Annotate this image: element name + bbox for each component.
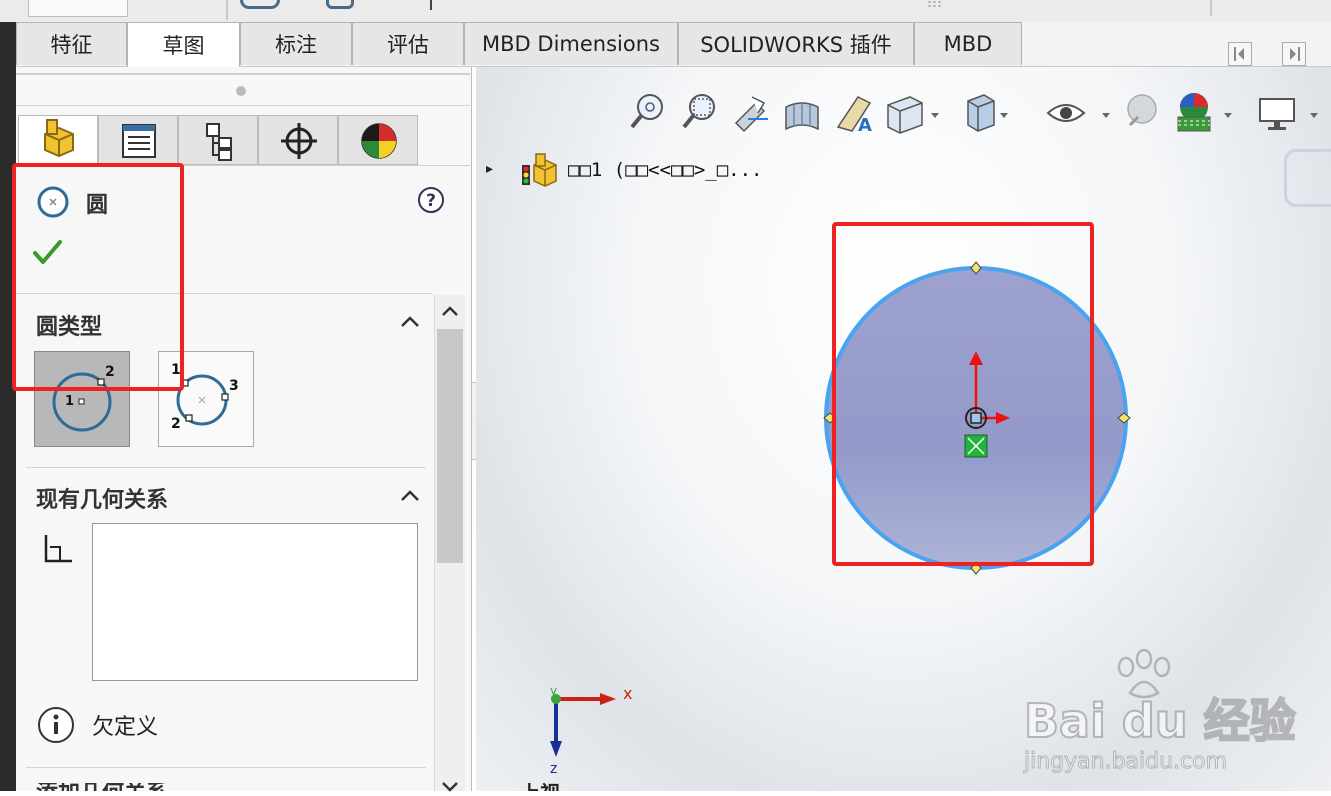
view-cube-widget-partial[interactable] — [1284, 149, 1331, 207]
perimeter-point-2-label: 2 — [171, 416, 181, 432]
hide-show-items-icon[interactable] — [1046, 104, 1110, 122]
tab-label: 标注 — [275, 33, 317, 57]
toolbar-button[interactable] — [28, 0, 128, 17]
scrollbar-thumb[interactable] — [437, 329, 463, 563]
heads-up-view-toolbar: A — [626, 91, 1326, 136]
svg-text:A: A — [858, 115, 872, 135]
display-manager-tab[interactable] — [338, 115, 418, 165]
toolbar-separator — [430, 0, 432, 10]
tab-sketch[interactable]: 草图 — [127, 22, 240, 67]
panel-divider — [16, 73, 470, 75]
configuration-manager-tab[interactable] — [178, 115, 258, 165]
graphics-viewport[interactable]: A ▸ □□1 (□□<<□□>_□... x y z Bai du 经验 ji… — [476, 67, 1331, 791]
existing-relations-list[interactable] — [92, 523, 418, 681]
tab-label: SOLIDWORKS 插件 — [700, 33, 892, 57]
tab-label: 特征 — [50, 33, 93, 57]
feature-tree-root-label[interactable]: □□1 (□□<<□□>_□... — [568, 159, 762, 181]
tab-mbd[interactable]: MBD — [914, 22, 1022, 65]
view-settings-icon[interactable] — [1259, 98, 1318, 130]
tab-label: 草图 — [162, 34, 205, 58]
toolbar-icon-partial[interactable] — [326, 0, 354, 9]
watermark-brand: Bai du 经验 — [1023, 693, 1297, 749]
tab-scroll-right-icon[interactable] — [1282, 42, 1306, 66]
tree-expand-icon[interactable]: ▸ — [486, 161, 493, 177]
help-icon[interactable]: ? — [416, 185, 446, 215]
scroll-down-icon[interactable] — [438, 777, 462, 796]
zoom-to-area-icon[interactable] — [682, 94, 715, 129]
svg-text:?: ? — [426, 191, 436, 211]
tab-markup[interactable]: 标注 — [240, 22, 352, 65]
window-left-edge — [0, 22, 16, 791]
grip-icon — [927, 0, 941, 8]
top-toolbar-strip — [0, 0, 1331, 23]
tab-scroll-left-icon[interactable] — [1228, 42, 1252, 66]
existing-relations-section-title: 现有几何关系 — [36, 488, 169, 513]
reference-triad: x y z — [550, 684, 632, 777]
panel-divider — [26, 467, 426, 468]
watermark: Bai du 经验 jingyan.baidu.com — [1023, 649, 1324, 789]
view-name-label-clip: 上视 — [520, 783, 600, 791]
previous-view-icon[interactable] — [734, 96, 768, 133]
toolbar-icon-partial[interactable] — [240, 0, 280, 9]
zoom-to-fit-icon[interactable] — [630, 94, 663, 129]
toolbar-separator — [226, 0, 228, 20]
highlight-box-circle — [832, 222, 1094, 566]
tab-label: MBD Dimensions — [482, 32, 660, 56]
highlight-box-header — [12, 163, 184, 391]
command-manager-tabs: 特征 草图 标注 评估 MBD Dimensions SOLIDWORKS 插件… — [16, 22, 1331, 67]
panel-grip-dot[interactable] — [236, 86, 246, 96]
relations-icon — [40, 533, 76, 567]
tab-label: MBD — [943, 32, 993, 56]
view-orientation-icon[interactable] — [887, 96, 939, 134]
part-icon — [518, 151, 558, 189]
tab-solidworks-addins[interactable]: SOLIDWORKS 插件 — [678, 22, 914, 65]
triad-z-label: z — [550, 761, 557, 777]
triad-x-label: x — [623, 684, 632, 703]
perimeter-point-3-label: 3 — [229, 378, 239, 394]
property-manager-tab[interactable] — [98, 115, 178, 165]
feature-tree-icon — [44, 119, 74, 158]
crosshair-icon — [281, 123, 317, 159]
display-style-icon[interactable] — [967, 94, 1008, 132]
tab-label: 评估 — [387, 33, 429, 57]
configuration-icon — [206, 123, 232, 161]
view-name-label: 上视 — [520, 783, 600, 791]
dynamic-annotation-view-icon[interactable]: A — [836, 96, 872, 136]
collapse-chevron-icon[interactable] — [398, 487, 422, 507]
scroll-up-icon[interactable] — [438, 303, 462, 323]
dimxpert-manager-tab[interactable] — [258, 115, 338, 165]
appearance-sphere-icon — [361, 123, 397, 159]
panel-scrollbar[interactable] — [434, 295, 465, 792]
add-relations-section-title-clip: 添加几何关系 — [36, 783, 226, 791]
definition-status: 欠定义 — [92, 715, 159, 740]
tab-features[interactable]: 特征 — [16, 22, 127, 65]
property-list-icon — [122, 124, 156, 158]
panel-divider — [26, 767, 426, 768]
feature-manager-tab[interactable] — [18, 115, 98, 165]
edit-appearance-icon[interactable] — [1127, 94, 1157, 127]
apply-scene-icon[interactable] — [1177, 93, 1232, 132]
center-point-label: 1 — [65, 394, 75, 409]
tab-evaluate[interactable]: 评估 — [352, 22, 464, 65]
tab-mbd-dimensions[interactable]: MBD Dimensions — [464, 22, 678, 65]
section-view-icon[interactable] — [785, 102, 819, 131]
info-icon — [36, 705, 76, 745]
toolbar-separator — [1210, 0, 1212, 16]
triad-y-label: y — [550, 684, 557, 698]
collapse-chevron-icon[interactable] — [398, 313, 422, 333]
property-manager-panel: 圆 ? 圆类型 1 2 1 2 3 现有几何关系 欠定义 — [12, 67, 472, 792]
watermark-url: jingyan.baidu.com — [1023, 749, 1228, 775]
add-relations-section-title: 添加几何关系 — [36, 783, 226, 791]
panel-divider — [16, 105, 470, 106]
